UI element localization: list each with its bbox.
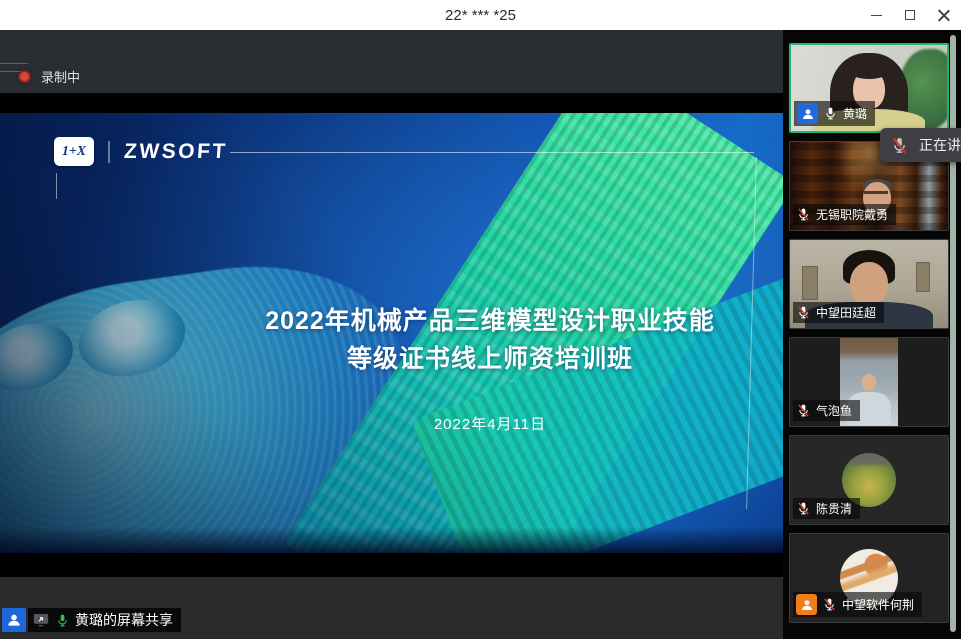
window-controls bbox=[859, 0, 961, 30]
participant-tile-qipaoyu[interactable]: 气泡鱼 bbox=[789, 337, 949, 427]
recording-label: 录制中 bbox=[41, 67, 80, 86]
window-title: 22* *** *25 bbox=[0, 7, 961, 24]
sidebar-scrollbar[interactable] bbox=[950, 35, 956, 632]
recording-indicator[interactable]: 录制中 bbox=[18, 67, 80, 86]
slide-title-line1: 2022年机械产品三维模型设计职业技能 bbox=[190, 302, 783, 340]
zwsoft-logo: ZWSOFT bbox=[123, 140, 228, 164]
participant-name: 无锡职院戴勇 bbox=[816, 206, 888, 223]
participant-tile-chenguiqing[interactable]: 陈贵清 bbox=[789, 435, 949, 525]
participant-name-chip: 中望田廷超 bbox=[793, 302, 884, 323]
main-stage: 录制中 1+X ZWSOFT 2022年机械产品三维模型设计职业技能 等级证书线… bbox=[0, 30, 783, 639]
mic-muted-icon bbox=[796, 403, 811, 418]
mic-on-icon bbox=[55, 613, 70, 628]
slide-bottom-fade bbox=[0, 527, 783, 553]
toolbar-edge-line bbox=[0, 63, 28, 64]
participant-tile-tiantingchao[interactable]: 中望田廷超 bbox=[789, 239, 949, 329]
minimize-icon bbox=[871, 15, 882, 16]
speaking-tooltip: 正在讲 bbox=[880, 128, 961, 162]
participant-name-chip: 陈贵清 bbox=[793, 498, 860, 519]
slide-art-vignette bbox=[0, 113, 783, 553]
slide-art-cone bbox=[71, 289, 194, 387]
mic-muted-icon bbox=[890, 136, 909, 155]
slide-logo-row: 1+X ZWSOFT bbox=[54, 137, 228, 166]
close-button[interactable] bbox=[927, 0, 961, 30]
mic-muted-icon bbox=[822, 597, 837, 612]
participant-name-chip: 黄璐 bbox=[794, 101, 875, 126]
participant-name: 气泡鱼 bbox=[816, 402, 852, 419]
mic-muted-icon bbox=[796, 501, 811, 516]
recording-dot-icon bbox=[18, 70, 31, 83]
participant-tile-hejing[interactable]: 中望软件何荆 bbox=[789, 533, 949, 623]
host-badge-icon bbox=[796, 594, 817, 615]
maximize-button[interactable] bbox=[893, 0, 927, 30]
screen-share-icon bbox=[32, 611, 50, 629]
slide-art-city-band bbox=[283, 113, 783, 553]
share-label: 黄璐的屏幕共享 bbox=[75, 610, 173, 630]
slide-art-machinery bbox=[0, 246, 429, 553]
title-bar: 22* *** *25 bbox=[0, 0, 961, 30]
slide-art-city-band bbox=[411, 267, 783, 553]
participant-name: 中望田廷超 bbox=[816, 304, 876, 321]
slide-title-line2: 等级证书线上师资培训班 bbox=[190, 340, 783, 378]
slide-accent-line bbox=[56, 173, 57, 199]
shared-slide: 1+X ZWSOFT 2022年机械产品三维模型设计职业技能 等级证书线上师资培… bbox=[0, 113, 783, 553]
participant-name-chip: 气泡鱼 bbox=[793, 400, 860, 421]
bottom-bar: 黄璐的屏幕共享 bbox=[0, 577, 783, 639]
slide-date: 2022年4月11日 bbox=[190, 413, 783, 434]
participant-name: 黄璐 bbox=[843, 105, 867, 122]
person-icon bbox=[6, 612, 22, 628]
meeting-window: 22* *** *25 录制中 1+X ZWS bbox=[0, 0, 961, 639]
participant-name-chip: 无锡职院戴勇 bbox=[793, 204, 896, 225]
one-plus-x-logo: 1+X bbox=[54, 137, 94, 166]
member-badge-icon bbox=[797, 103, 818, 124]
participant-name: 中望软件何荆 bbox=[842, 596, 914, 613]
mic-muted-icon bbox=[796, 305, 811, 320]
share-label-box: 黄璐的屏幕共享 bbox=[28, 608, 181, 632]
participant-name-chip: 中望软件何荆 bbox=[793, 592, 922, 617]
minimize-button[interactable] bbox=[859, 0, 893, 30]
sharer-avatar bbox=[2, 608, 26, 632]
participant-name: 陈贵清 bbox=[816, 500, 852, 517]
logo-divider bbox=[108, 141, 110, 163]
participants-sidebar: 黄璐 无锡职院戴勇 bbox=[783, 30, 961, 639]
meeting-toolbar: 录制中 bbox=[0, 30, 783, 93]
mic-muted-icon bbox=[796, 207, 811, 222]
mic-on-icon bbox=[823, 106, 838, 121]
speaking-tooltip-label: 正在讲 bbox=[919, 135, 961, 155]
close-icon bbox=[938, 9, 950, 21]
participant-tile-huanglu[interactable]: 黄璐 bbox=[789, 43, 949, 133]
maximize-icon bbox=[905, 10, 915, 20]
slide-header-rule bbox=[230, 152, 754, 153]
slide-right-accent-line bbox=[746, 157, 757, 509]
slide-art-cone bbox=[0, 312, 82, 401]
screen-share-indicator[interactable]: 黄璐的屏幕共享 bbox=[2, 608, 181, 632]
